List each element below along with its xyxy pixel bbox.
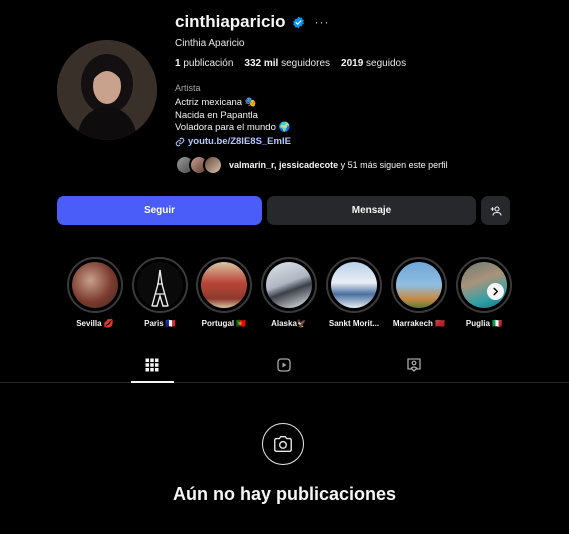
username: cinthiaparicio bbox=[175, 12, 286, 31]
profile-category: Artista bbox=[175, 83, 201, 93]
highlight-puglia[interactable]: Puglia 🇮🇹 bbox=[454, 257, 514, 328]
stat-following-label: seguidos bbox=[366, 58, 407, 69]
profile-link[interactable]: youtu.be/Z8IE8S_EmIE bbox=[175, 136, 291, 147]
username-row: cinthiaparicio ··· bbox=[175, 12, 330, 32]
stat-followers-value: 332 mil bbox=[244, 58, 279, 69]
highlight-ring bbox=[456, 257, 512, 313]
highlight-ring bbox=[261, 257, 317, 313]
follower-avatar bbox=[203, 155, 223, 175]
suggested-users-button[interactable] bbox=[481, 196, 510, 225]
highlight-label: Paris 🇫🇷 bbox=[144, 319, 176, 328]
highlight-cover bbox=[72, 262, 118, 308]
bio-line: Nacida en Papantla bbox=[175, 109, 258, 121]
chevron-right-icon bbox=[493, 287, 499, 296]
stat-posts-label: publicación bbox=[183, 58, 234, 69]
highlight-marrakech[interactable]: Marrakech 🇲🇦 bbox=[389, 257, 449, 328]
highlight-portugal[interactable]: Portugal 🇵🇹 bbox=[194, 257, 254, 328]
verified-badge-icon bbox=[292, 16, 304, 28]
highlight-cover bbox=[331, 262, 377, 308]
link-icon bbox=[175, 137, 185, 146]
followed-by-text: valmarin_r, jessicadecote y 51 más sigue… bbox=[229, 160, 448, 170]
follower-avatars bbox=[175, 155, 223, 175]
eiffel-tower-icon bbox=[151, 269, 169, 307]
highlight-ring bbox=[391, 257, 447, 313]
tab-tagged-icon[interactable] bbox=[407, 358, 421, 372]
profile-avatar[interactable] bbox=[57, 40, 157, 140]
highlight-cover bbox=[396, 262, 442, 308]
stat-followers-label: seguidores bbox=[281, 58, 331, 69]
full-name: Cinthia Aparicio bbox=[175, 38, 245, 49]
profile-stats: 1 publicación 332 mil seguidores 2019 se… bbox=[175, 58, 406, 69]
highlight-label: Marrakech 🇲🇦 bbox=[392, 319, 446, 328]
tab-posts-grid-icon[interactable] bbox=[145, 358, 159, 372]
tab-reels-icon[interactable] bbox=[277, 358, 291, 372]
stat-following-value: 2019 bbox=[341, 58, 364, 69]
stat-followers[interactable]: 332 mil seguidores bbox=[244, 58, 330, 69]
highlight-sevilla[interactable]: Sevilla 💋 bbox=[65, 257, 125, 328]
stat-posts: 1 publicación bbox=[175, 58, 233, 69]
highlight-ring bbox=[326, 257, 382, 313]
follow-button[interactable]: Seguir bbox=[57, 196, 262, 225]
camera-icon bbox=[274, 435, 292, 453]
highlights-next-button[interactable] bbox=[487, 283, 504, 300]
highlight-sankt-moritz[interactable]: Sankt Morit... bbox=[324, 257, 384, 328]
highlight-label: Alaska🦅 bbox=[271, 319, 307, 328]
highlight-cover bbox=[266, 262, 312, 308]
bio-line: Actriz mexicana 🎭 bbox=[175, 97, 257, 108]
bio-line: Voladora para el mundo 🌍 bbox=[175, 122, 291, 133]
highlight-cover bbox=[137, 262, 183, 308]
stat-following[interactable]: 2019 seguidos bbox=[341, 58, 406, 69]
add-person-icon bbox=[490, 206, 501, 216]
message-button[interactable]: Mensaje bbox=[267, 196, 476, 225]
highlight-alaska[interactable]: Alaska🦅 bbox=[259, 257, 319, 328]
profile-tabs bbox=[0, 353, 569, 383]
highlight-ring bbox=[196, 257, 252, 313]
more-options-icon[interactable]: ··· bbox=[315, 15, 330, 29]
highlight-paris[interactable]: Paris 🇫🇷 bbox=[130, 257, 190, 328]
highlight-ring bbox=[67, 257, 123, 313]
highlight-label: Sankt Morit... bbox=[328, 319, 380, 328]
highlight-label: Puglia 🇮🇹 bbox=[465, 319, 503, 328]
camera-icon-circle bbox=[262, 423, 304, 465]
highlight-ring bbox=[132, 257, 188, 313]
active-tab-indicator bbox=[131, 381, 174, 383]
profile-bio: Actriz mexicana 🎭 Nacida en Papantla Vol… bbox=[175, 97, 290, 135]
profile-link-text: youtu.be/Z8IE8S_EmIE bbox=[188, 136, 291, 147]
story-highlights: Sevilla 💋 Paris 🇫🇷 Portugal 🇵🇹 Alaska🦅 S… bbox=[0, 257, 569, 332]
stat-posts-value: 1 bbox=[175, 58, 181, 69]
followed-by-names: valmarin_r, jessicadecote bbox=[229, 160, 339, 170]
highlight-cover bbox=[201, 262, 247, 308]
empty-state-title: Aún no hay publicaciones bbox=[172, 484, 397, 504]
followed-by-rest: y 51 más siguen este perfil bbox=[338, 160, 448, 170]
highlight-label: Portugal 🇵🇹 bbox=[201, 319, 247, 328]
highlight-label: Sevilla 💋 bbox=[76, 319, 114, 328]
followed-by[interactable]: valmarin_r, jessicadecote y 51 más sigue… bbox=[175, 155, 448, 175]
